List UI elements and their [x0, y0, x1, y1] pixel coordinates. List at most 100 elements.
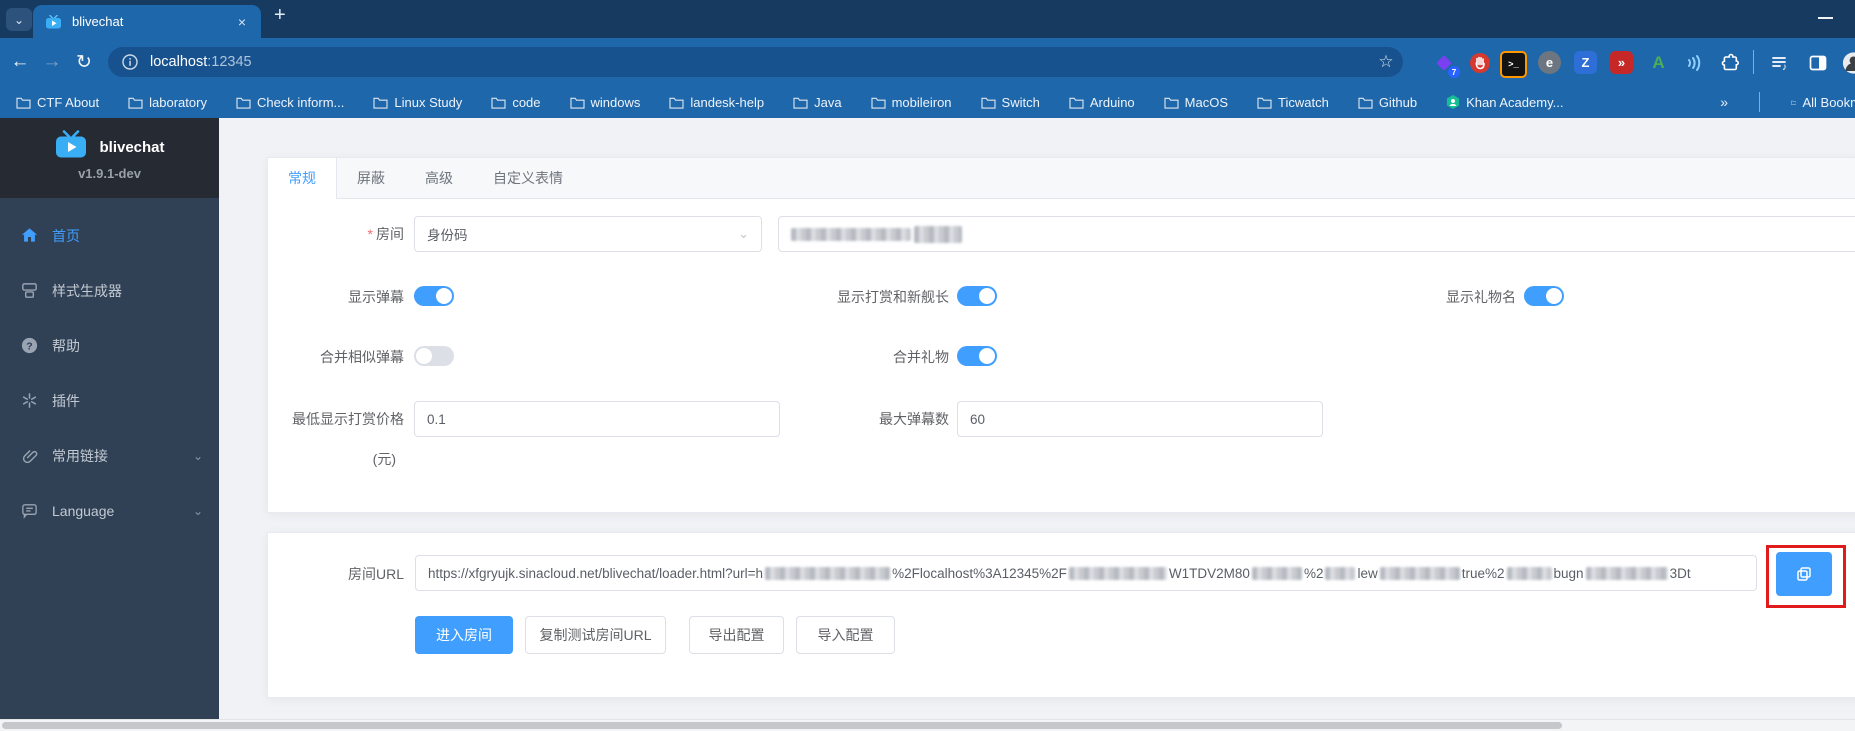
room-url-input[interactable]: https://xfgryujk.sinacloud.net/blivechat…	[415, 555, 1757, 591]
language-icon	[22, 504, 37, 519]
bookmark-item-khan[interactable]: Khan Academy...	[1446, 95, 1563, 110]
sidebar-item-help[interactable]: ? 帮助	[0, 318, 219, 373]
folder-icon	[669, 97, 684, 109]
redacted-url-part	[1379, 566, 1460, 580]
extension-soundwave-icon[interactable]	[1682, 51, 1705, 74]
bookmark-item[interactable]: mobileiron	[871, 95, 952, 110]
show-danmaku-switch[interactable]	[414, 286, 454, 306]
folder-icon	[16, 97, 31, 109]
enter-room-button[interactable]: 进入房间	[415, 616, 513, 654]
horizontal-scrollbar[interactable]	[0, 719, 1855, 731]
folder-icon	[569, 97, 585, 109]
bookmark-item[interactable]: CTF About	[16, 95, 99, 110]
export-config-button[interactable]: 导出配置	[689, 616, 784, 654]
bookmark-item[interactable]: windows	[569, 95, 640, 110]
playlist-icon[interactable]: ♪	[1768, 51, 1791, 74]
url-port: :12345	[207, 54, 252, 70]
show-gift-name-label: 显示礼物名	[1446, 289, 1516, 305]
redacted-url-part	[1068, 566, 1167, 580]
merge-gift-switch[interactable]	[957, 346, 997, 366]
extension-stop-hand-icon[interactable]	[1468, 51, 1491, 74]
extension-terminal-icon[interactable]: >_	[1500, 51, 1527, 78]
show-gifts-switch[interactable]	[957, 286, 997, 306]
tab-general[interactable]: 常规	[268, 158, 337, 199]
folder-icon	[1791, 100, 1797, 105]
khan-academy-icon	[1447, 95, 1460, 109]
sidebar-item-language[interactable]: Language ⌄	[0, 483, 219, 538]
list-all-tabs-button[interactable]: ⌄	[6, 8, 32, 31]
tab-custom-emotes[interactable]: 自定义表情	[473, 158, 583, 198]
room-url-card: 房间URL https://xfgryujk.sinacloud.net/bli…	[267, 532, 1855, 698]
profile-avatar[interactable]	[1842, 51, 1855, 74]
forward-button[interactable]: →	[38, 38, 66, 86]
redacted-url-part	[1585, 566, 1668, 580]
reload-button[interactable]: ↻	[70, 38, 98, 86]
sidebar-panel-icon[interactable]	[1806, 51, 1829, 74]
app-version: v1.9.1-dev	[78, 166, 141, 181]
extension-bot-icon[interactable]: e	[1538, 51, 1561, 74]
all-bookmarks-button[interactable]: All Bookm	[1791, 95, 1855, 110]
sidebar-item-plugins[interactable]: 插件	[0, 373, 219, 428]
sidebar-item-style-generator[interactable]: 样式生成器	[0, 263, 219, 318]
site-info-icon[interactable]	[122, 54, 138, 70]
style-generator-icon	[22, 283, 37, 298]
room-id-input[interactable]	[778, 216, 1855, 252]
bookmark-star-icon[interactable]: ☆	[1372, 38, 1400, 86]
sidebar-menu: 首页 样式生成器 ? 帮助 插件 常用链接 ⌄ Language ⌄	[0, 208, 219, 538]
folder-icon	[871, 97, 886, 109]
back-button[interactable]: ←	[6, 38, 34, 86]
extensions-puzzle-icon[interactable]	[1718, 51, 1741, 74]
sidebar-item-home[interactable]: 首页	[0, 208, 219, 263]
annotation-red-box	[1766, 545, 1846, 608]
scrollbar-thumb[interactable]	[2, 722, 1562, 729]
room-label: * 房间	[367, 226, 404, 242]
tab-block[interactable]: 屏蔽	[337, 158, 405, 198]
bookmark-item[interactable]: laboratory	[128, 95, 207, 110]
browser-tab[interactable]: blivechat ×	[33, 5, 261, 38]
extension-downloader-icon[interactable]: »	[1610, 51, 1633, 74]
bookmark-item[interactable]: MacOS	[1164, 95, 1228, 110]
bookmark-item[interactable]: Ticwatch	[1257, 95, 1329, 110]
tab-advanced[interactable]: 高级	[405, 158, 473, 198]
extension-green-a-icon[interactable]: A	[1647, 51, 1670, 74]
window-minimize-button[interactable]	[1818, 17, 1833, 19]
chevron-down-icon: ⌄	[192, 503, 203, 518]
bookmark-item[interactable]: Check inform...	[236, 95, 344, 110]
new-tab-button[interactable]: +	[274, 4, 286, 27]
bookmark-item[interactable]: Github	[1358, 95, 1417, 110]
bookmark-item[interactable]: Arduino	[1069, 95, 1135, 110]
blivechat-favicon-icon	[45, 14, 62, 29]
bookmark-item[interactable]: landesk-help	[669, 95, 764, 110]
redacted-url-part	[1251, 566, 1302, 580]
redacted-url-part	[1325, 566, 1356, 580]
bookmark-item[interactable]: Java	[793, 95, 842, 110]
extension-zotero-icon[interactable]: Z	[1574, 51, 1597, 74]
redacted-url-part	[1506, 566, 1552, 580]
show-gift-name-switch[interactable]	[1524, 286, 1564, 306]
link-icon	[22, 450, 38, 464]
show-gifts-label: 显示打赏和新舰长	[837, 289, 949, 305]
copy-test-room-url-button[interactable]: 复制测试房间URL	[525, 616, 666, 654]
address-bar[interactable]: localhost:12345	[108, 47, 1403, 77]
max-danmaku-input[interactable]: 60	[957, 401, 1323, 437]
room-type-select[interactable]: 身份码 ⌄	[414, 216, 762, 252]
blivechat-logo-icon	[54, 130, 88, 164]
svg-text:♪: ♪	[1782, 62, 1787, 73]
folder-icon	[1069, 97, 1084, 109]
folder-icon	[491, 97, 506, 109]
svg-text:?: ?	[26, 341, 32, 352]
bookmark-item[interactable]: Switch	[980, 95, 1040, 110]
tab-close-button[interactable]: ×	[233, 13, 251, 31]
bookmark-item[interactable]: Linux Study	[373, 95, 462, 110]
show-danmaku-label: 显示弹幕	[348, 289, 404, 305]
extension-purple-diamond-icon[interactable]: 7	[1432, 51, 1460, 78]
bookmark-item[interactable]: code	[491, 95, 541, 110]
plugin-icon	[22, 393, 37, 408]
merge-similar-switch[interactable]	[414, 346, 454, 366]
sidebar-logo-block[interactable]: blivechat v1.9.1-dev	[0, 118, 219, 198]
bookmarks-overflow-button[interactable]: »	[1720, 94, 1728, 110]
sidebar-item-common-links[interactable]: 常用链接 ⌄	[0, 428, 219, 483]
import-config-button[interactable]: 导入配置	[796, 616, 895, 654]
redacted-url-part	[765, 566, 891, 580]
min-price-input[interactable]: 0.1	[414, 401, 780, 437]
